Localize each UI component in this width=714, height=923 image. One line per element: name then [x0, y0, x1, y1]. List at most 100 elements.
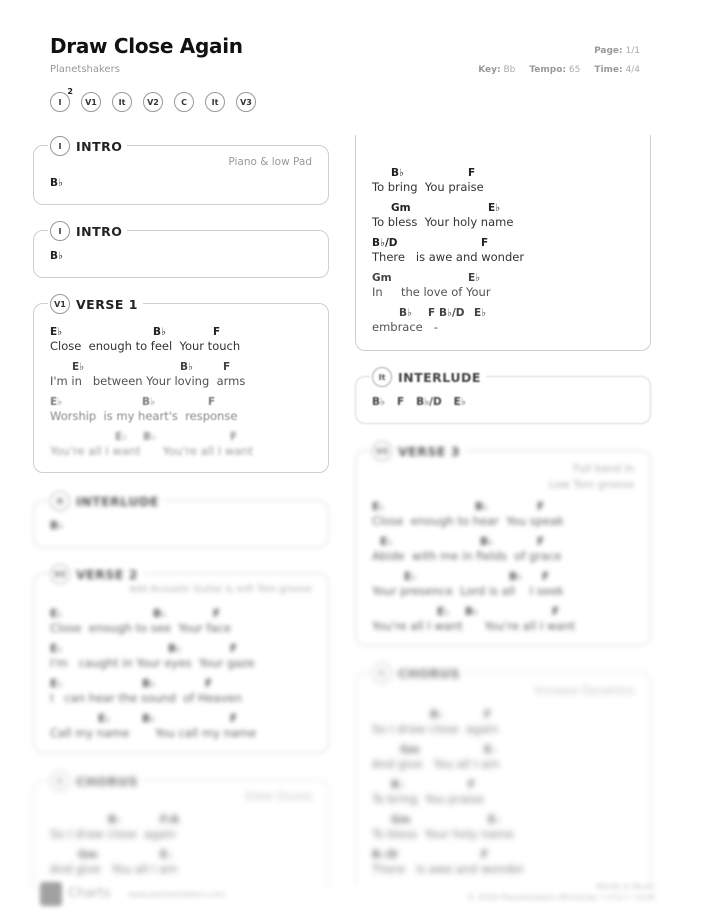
app-logo-icon: [40, 882, 62, 906]
chord: B♭: [465, 606, 478, 618]
lyric-line: B♭ F To bring You praise: [372, 167, 484, 194]
lyric-line: Gm E♭ To bless Your holy name: [372, 814, 513, 841]
lyric-line: B♭ F So I draw close again: [372, 709, 498, 736]
chord: Gm: [372, 272, 392, 284]
lyric-text: Call my name You call my name: [50, 726, 257, 740]
key-label: Key:: [478, 65, 501, 75]
chord: F: [223, 361, 231, 373]
section-note: Low Tom groove: [549, 479, 634, 491]
lyric-text: You're all I want You're all I want: [372, 619, 576, 633]
chord: B♭: [143, 431, 156, 443]
lyric-line: Gm E♭ And give You all I am: [50, 849, 177, 876]
chord: F: [468, 167, 476, 179]
chord: B♭/D: [439, 307, 465, 319]
chord: Gm: [400, 744, 420, 756]
lyric-text: embrace -: [372, 320, 438, 334]
chord: E♭: [98, 713, 111, 725]
time-value: 4/4: [625, 65, 640, 75]
chord: B♭/D: [372, 849, 398, 861]
section-interlude: It INTERLUDE B♭: [33, 491, 329, 548]
section-verse-2: V2 VERSE 2 Add Acoustic Guitar & soft To…: [33, 564, 329, 753]
chord: B♭: [50, 177, 63, 189]
roadmap-verse2[interactable]: V2: [143, 92, 163, 112]
section-chorus: C CHORUS Increase Dynamics B♭ F So I draw…: [355, 663, 651, 887]
chord: F: [428, 307, 436, 319]
section-header: C CHORUS: [370, 663, 466, 683]
chord: B♭: [168, 643, 181, 655]
chord: B♭/D: [416, 396, 442, 408]
lyric-text: So I draw close again: [372, 722, 498, 736]
section-badge: V3: [372, 441, 392, 461]
lyric-text: And give You all I am: [372, 757, 500, 771]
lyric-text: Your presence Lord is all I seek: [372, 584, 564, 598]
chord: B♭: [480, 536, 493, 548]
section-badge: It: [372, 367, 392, 387]
lyric-text: Worship is my heart's response: [50, 409, 238, 423]
song-title: Draw Close Again: [50, 34, 243, 58]
section-name: CHORUS: [398, 665, 461, 681]
section-chorus-continued: B♭ F To bring You praise Gm E♭ To bless Yo…: [355, 135, 651, 351]
section-name: INTERLUDE: [76, 493, 159, 509]
chord: E♭: [484, 744, 497, 756]
chord: F: [484, 709, 492, 721]
time-label: Time:: [594, 65, 623, 75]
section-verse-3: V3 VERSE 3 Full band in Low Tom groove E…: [355, 441, 651, 646]
tempo-label: Tempo:: [529, 65, 566, 75]
chord: F: [481, 237, 489, 249]
section-note: Increase Dynamics: [534, 685, 634, 697]
footer-credits: Words & Music: [596, 882, 655, 891]
section-intro: I INTRO Piano & low Pad B♭: [33, 136, 329, 205]
chord: B♭: [50, 520, 63, 532]
section-note: Piano & low Pad: [228, 156, 312, 168]
roadmap-verse3[interactable]: V3: [236, 92, 256, 112]
key-value: Bb: [503, 65, 516, 75]
repeat-count: 2: [67, 87, 73, 96]
roadmap-intro[interactable]: I2: [50, 87, 73, 112]
chord-sequence: B♭ F B♭/D E♭: [372, 396, 466, 408]
chord: F: [230, 431, 238, 443]
lyric-line: B♭ F B♭/D E♭ embrace -: [372, 307, 486, 334]
tempo-value: 65: [568, 65, 581, 75]
lyric-line: B♭/D F There is awe and wonder: [372, 849, 524, 876]
section-note: Enter Drums: [245, 791, 312, 803]
lyric-line: E♭ B♭ F Worship is my heart's response: [50, 396, 237, 423]
section-header: V2 VERSE 2: [48, 564, 143, 584]
lyric-line: E♭ B♭ F I'm caught in Your eyes Your gaze: [50, 643, 254, 670]
lyric-text: You're all I want You're all I want: [50, 444, 254, 458]
lyric-text: I'm caught in Your eyes Your gaze: [50, 656, 255, 670]
lyric-line: B♭ F To bring You praise: [372, 779, 484, 806]
roadmap-chorus[interactable]: C: [174, 92, 194, 112]
chord: F: [537, 501, 545, 513]
lyric-text: In the love of Your: [372, 285, 491, 299]
chord: F: [213, 608, 221, 620]
chord: Gm: [391, 814, 411, 826]
chord: E♭: [372, 501, 385, 513]
chord: B♭: [153, 326, 166, 338]
footer-copyright: © 2018 Planetshakers Ministries • CCLI •…: [466, 893, 655, 902]
chord: E♭: [437, 606, 450, 618]
chord: E♭: [160, 849, 173, 861]
section-badge: V1: [50, 294, 70, 314]
roadmap-interlude[interactable]: It: [205, 92, 225, 112]
chord: E♭: [72, 361, 85, 373]
chord: B♭: [108, 814, 121, 826]
tempo-info: Tempo: 65: [529, 65, 580, 75]
roadmap-verse1[interactable]: V1: [81, 92, 101, 112]
chord: B♭: [142, 396, 155, 408]
roadmap-label: V3: [240, 97, 252, 107]
lyric-text: So I draw close again: [50, 827, 176, 841]
logo-text: Charts: [68, 886, 111, 901]
lyric-line: Gm E♭ In the love of Your: [372, 272, 491, 299]
lyric-line: E♭ B♭ F Call my name You call my name: [50, 713, 256, 740]
chord: E♭: [404, 571, 417, 583]
chord: B♭: [391, 167, 404, 179]
footer-url[interactable]: www.planetshakers.com: [128, 890, 225, 899]
page-indicator: Page: 1/1: [594, 46, 640, 56]
section-name: INTERLUDE: [398, 369, 481, 385]
roadmap-interlude[interactable]: It: [112, 92, 132, 112]
lyric-line: E♭ B♭ F Close enough to hear You speak: [372, 501, 564, 528]
lyric-text: To bring You praise: [372, 180, 484, 194]
chord: E♭: [50, 643, 63, 655]
lyric-text: I'm in between Your loving arms: [50, 374, 246, 388]
section-badge: I: [50, 221, 70, 241]
